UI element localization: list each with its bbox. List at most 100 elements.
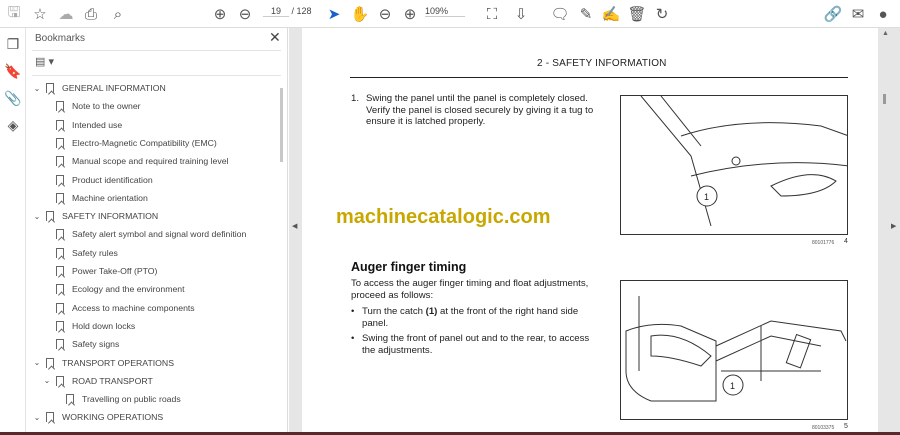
find-icon[interactable]: ⌕ — [108, 4, 128, 24]
bookmark-label: Electro-Magnetic Compatibility (EMC) — [72, 137, 217, 148]
page-indicator: 19 / 128 — [263, 6, 312, 17]
bookmark-icon — [66, 394, 74, 405]
bookmark-item[interactable]: Safety alert symbol and signal word defi… — [52, 225, 246, 243]
figure-number: 4 — [844, 238, 848, 245]
figure-code: 80103375 — [812, 425, 835, 431]
bookmark-item[interactable]: ⌄ SAFETY INFORMATION — [32, 207, 158, 225]
bookmark-label: GENERAL INFORMATION — [62, 83, 166, 93]
step-text: Swing the panel until the panel is compl… — [366, 93, 594, 127]
bookmark-item[interactable]: Product identification — [52, 171, 153, 189]
bookmark-icon — [56, 229, 64, 240]
cloud-upload-icon[interactable]: ☁ — [56, 4, 76, 24]
bookmark-icon — [56, 101, 64, 112]
highlight-icon[interactable]: ✎ — [576, 4, 596, 24]
step-number: 1. — [351, 93, 360, 104]
bookmark-item[interactable]: Intended use — [52, 116, 122, 134]
scroll-up-icon[interactable]: ▲ — [882, 30, 889, 37]
bookmark-icon — [56, 375, 64, 386]
chevron-down-icon[interactable]: ⌄ — [32, 84, 42, 93]
zoom-in-icon[interactable]: ⊕ — [400, 4, 420, 24]
bookmark-item[interactable]: Safety signs — [52, 335, 119, 353]
page-number-input[interactable]: 19 — [263, 6, 289, 17]
bookmark-item[interactable]: ⌄ ROAD TRANSPORT — [42, 372, 153, 390]
bookmark-label: Travelling on public roads — [82, 394, 181, 405]
bookmark-item[interactable]: Hold down locks — [52, 317, 135, 335]
toolbar: 🖫 ☆ ☁ ⎙ ⌕ ⊕ ⊖ 19 / 128 ➤ ✋ ⊖ ⊕ 109% ⛶ ⇩ … — [0, 0, 900, 28]
bookmark-item[interactable]: Manual scope and required training level — [52, 152, 228, 170]
bookmark-label: Intended use — [72, 119, 123, 130]
hand-icon[interactable]: ✋ — [350, 4, 370, 24]
page-down-icon[interactable]: ⊖ — [235, 4, 255, 24]
fit-page-icon[interactable]: ⛶ — [482, 4, 502, 24]
panel-scrollbar[interactable] — [280, 88, 283, 162]
sign-icon[interactable]: ✍ — [601, 4, 621, 24]
pages-icon[interactable]: ❐ — [4, 36, 22, 54]
bookmark-label: Hold down locks — [72, 320, 136, 331]
expand-right-icon[interactable]: ▶ — [891, 222, 896, 230]
document-scrollbar[interactable]: ▲ — [880, 28, 890, 432]
page-total: / 128 — [291, 6, 312, 16]
account-icon[interactable]: ● — [873, 4, 893, 24]
bookmark-icon — [56, 266, 64, 276]
attachment-icon[interactable]: 📎 — [4, 90, 22, 108]
bookmark-item[interactable]: Note to the owner — [52, 97, 141, 115]
chevron-down-icon[interactable]: ⌄ — [42, 376, 52, 385]
svg-text:1: 1 — [704, 192, 709, 202]
bookmark-item[interactable]: Power Take-Off (PTO) — [52, 262, 157, 280]
scroll-thumb[interactable] — [883, 94, 886, 104]
divider — [32, 50, 281, 51]
layers-icon[interactable]: ◈ — [4, 117, 22, 135]
scroll-mode-icon[interactable]: ⇩ — [511, 4, 531, 24]
bookmark-icon — [56, 192, 64, 203]
bookmark-item[interactable]: Machine orientation — [52, 189, 148, 207]
bookmark-label: Access to machine components — [72, 302, 195, 313]
bullet-text: Turn the catch (1) at the front of the r… — [362, 306, 579, 329]
rotate-icon[interactable]: ↻ — [652, 4, 672, 24]
save-icon[interactable]: 🖫 — [4, 4, 24, 24]
bookmark-item[interactable]: ⌄ WORKING OPERATIONS — [32, 408, 163, 426]
chevron-down-icon[interactable]: ⌄ — [32, 358, 42, 367]
header-rule — [350, 77, 848, 78]
bookmark-icon — [56, 137, 64, 148]
bookmark-label: Safety alert symbol and signal word defi… — [72, 229, 247, 240]
bookmark-label: Note to the owner — [72, 101, 141, 112]
email-icon[interactable]: ✉ — [848, 4, 868, 24]
star-icon[interactable]: ☆ — [30, 4, 50, 24]
bookmark-item[interactable]: Safety rules — [52, 244, 118, 262]
zoom-out-icon[interactable]: ⊖ — [375, 4, 395, 24]
bookmark-icon — [56, 302, 64, 313]
bookmark-icon — [56, 284, 64, 295]
left-rail: ❐ 🔖 📎 ◈ — [0, 28, 26, 432]
bookmark-item[interactable]: Ecology and the environment — [52, 280, 185, 298]
bookmark-item[interactable]: Travelling on public roads — [62, 390, 181, 408]
delete-icon[interactable]: 🗑 — [627, 4, 647, 24]
bookmark-label: ROAD TRANSPORT — [72, 375, 153, 386]
comment-icon[interactable]: 🗨 — [550, 4, 570, 24]
chevron-down-icon[interactable]: ⌄ — [32, 212, 42, 221]
select-cursor-icon[interactable]: ➤ — [324, 4, 344, 24]
zoom-select[interactable]: 109% — [425, 6, 465, 17]
bookmark-icon[interactable]: 🔖 — [4, 63, 22, 81]
collapse-panel-icon[interactable]: ◀ — [292, 222, 297, 230]
page-up-icon[interactable]: ⊕ — [210, 4, 230, 24]
print-icon[interactable]: ⎙ — [81, 4, 101, 24]
svg-text:1: 1 — [730, 381, 735, 391]
bookmark-options-button[interactable]: ▤ ▾ — [35, 55, 54, 68]
bookmark-label: SAFETY INFORMATION — [62, 211, 159, 222]
bookmark-item[interactable]: Electro-Magnetic Compatibility (EMC) — [52, 134, 217, 152]
bookmark-item[interactable]: Access to machine components — [52, 299, 195, 317]
chevron-down-icon[interactable]: ⌄ — [32, 413, 42, 422]
section-title: Auger finger timing — [351, 260, 467, 274]
bookmark-icon — [56, 247, 64, 258]
bullet: • — [351, 306, 355, 317]
watermark: machinecatalogic.com — [336, 206, 551, 228]
bullet-text: Swing the front of panel out and to the … — [362, 333, 590, 356]
document-page: 2 - SAFETY INFORMATION 1. Swing the pane… — [302, 28, 878, 432]
close-icon[interactable]: ✕ — [269, 29, 281, 46]
page-header: 2 - SAFETY INFORMATION — [537, 58, 667, 69]
share-link-icon[interactable]: 🔗 — [823, 4, 843, 24]
bookmark-label: TRANSPORT OPERATIONS — [62, 357, 174, 368]
bookmark-item[interactable]: ⌄ GENERAL INFORMATION — [32, 79, 166, 97]
bookmark-label: Safety rules — [72, 247, 118, 258]
bookmark-item[interactable]: ⌄ TRANSPORT OPERATIONS — [32, 354, 174, 372]
